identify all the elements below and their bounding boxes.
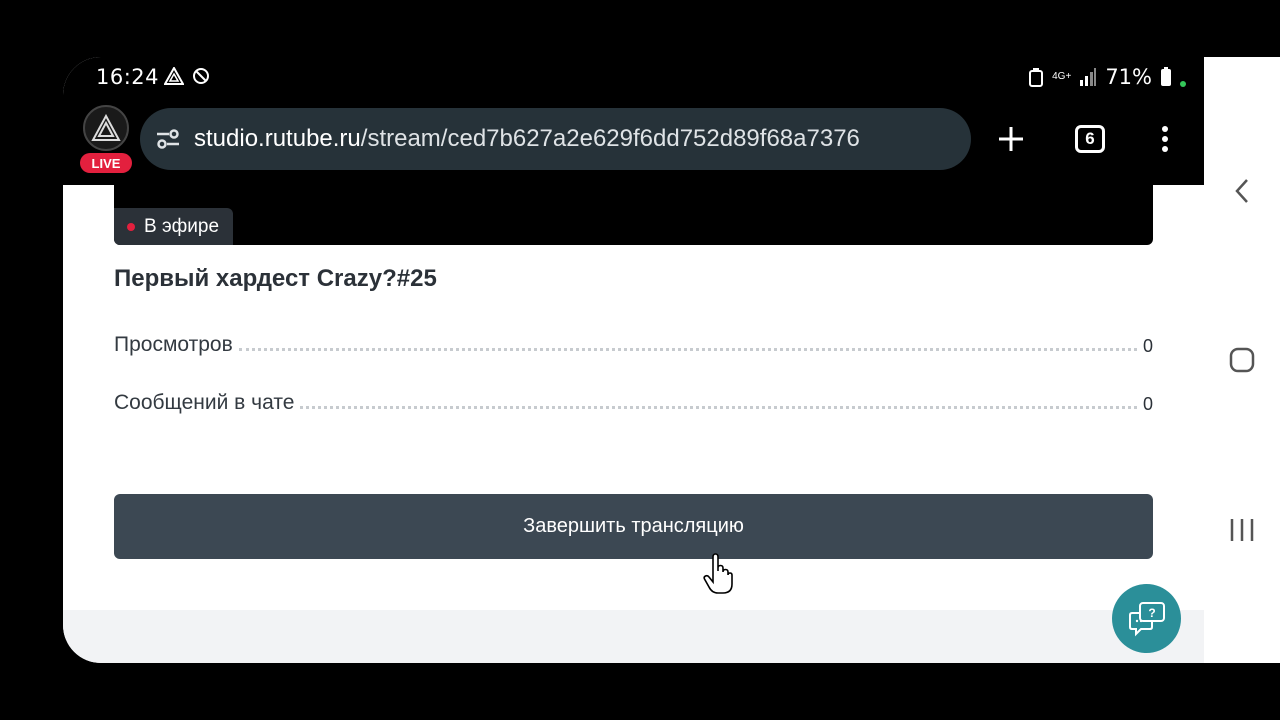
system-nav-bar xyxy=(1204,57,1280,663)
dotted-leader xyxy=(238,348,1137,351)
help-chat-button[interactable]: ? xyxy=(1112,584,1181,653)
more-vert-icon xyxy=(1162,126,1168,152)
plus-icon xyxy=(999,127,1023,151)
stream-title: Первый хардест Crazy?#25 xyxy=(114,265,437,292)
dnd-icon xyxy=(193,68,209,84)
back-button[interactable] xyxy=(1204,161,1280,221)
signal-icon xyxy=(1080,68,1097,86)
status-time: 16:24 xyxy=(96,65,160,89)
back-chevron-icon xyxy=(1235,179,1248,203)
battery-percent: 71% xyxy=(1105,65,1152,89)
browser-toolbar: LIVE studio.rutube.ru/stream/ced7b627a2e… xyxy=(63,93,1204,185)
dotted-leader xyxy=(300,406,1137,409)
stat-label: Сообщений в чате xyxy=(114,391,295,414)
stat-row-chat-messages: Сообщений в чате 0 xyxy=(114,385,1153,415)
end-stream-button[interactable]: Завершить трансляцию xyxy=(114,494,1153,559)
url-text[interactable]: studio.rutube.ru/stream/ced7b627a2e629f6… xyxy=(194,125,860,153)
recycle-icon xyxy=(1029,68,1044,87)
page-footer xyxy=(63,610,1204,663)
site-settings-icon[interactable] xyxy=(154,125,182,153)
stat-value: 0 xyxy=(1142,394,1153,414)
on-air-label: В эфире xyxy=(144,215,220,237)
status-right: 4G+ 71% xyxy=(1028,65,1186,89)
stat-row-views: Просмотров 0 xyxy=(114,327,1153,357)
home-button[interactable] xyxy=(1204,330,1280,390)
recents-button[interactable] xyxy=(1204,500,1280,560)
live-badge: LIVE xyxy=(80,153,132,173)
stream-preview[interactable] xyxy=(114,185,1153,245)
phone-screen: 16:24 4G+ 71% LIVE studio.rutube.ru/stre… xyxy=(63,57,1204,663)
svg-text:?: ? xyxy=(1148,606,1155,620)
triangle-logo-icon xyxy=(91,114,121,141)
battery-icon xyxy=(1161,67,1171,86)
triangle-app-icon xyxy=(164,67,184,85)
address-bar[interactable]: studio.rutube.ru/stream/ced7b627a2e629f6… xyxy=(140,108,971,170)
url-domain: studio.rutube.ru xyxy=(194,125,361,152)
live-dot-icon xyxy=(127,223,135,231)
chat-help-icon: ? xyxy=(1128,601,1165,636)
hand-cursor-icon xyxy=(703,553,733,594)
tabs-count: 6 xyxy=(1075,125,1105,153)
browser-menu-button[interactable] xyxy=(1143,117,1187,161)
app-avatar[interactable] xyxy=(83,105,129,151)
new-tab-button[interactable] xyxy=(989,117,1033,161)
stat-value: 0 xyxy=(1142,336,1153,356)
on-air-badge: В эфире xyxy=(114,208,234,245)
privacy-indicator xyxy=(1180,81,1186,87)
url-path: /stream/ced7b627a2e629f6dd752d89f68a7376 xyxy=(360,125,860,152)
stat-label: Просмотров xyxy=(114,333,233,356)
home-square-icon xyxy=(1229,347,1255,373)
notification-icons xyxy=(164,67,210,85)
page-content: В эфире Первый хардест Crazy?#25 Просмот… xyxy=(63,185,1204,610)
status-bar: 16:24 4G+ 71% xyxy=(63,57,1204,93)
network-type: 4G+ xyxy=(1052,71,1072,82)
recents-icon xyxy=(1230,519,1254,541)
tab-switcher-button[interactable]: 6 xyxy=(1068,117,1112,161)
